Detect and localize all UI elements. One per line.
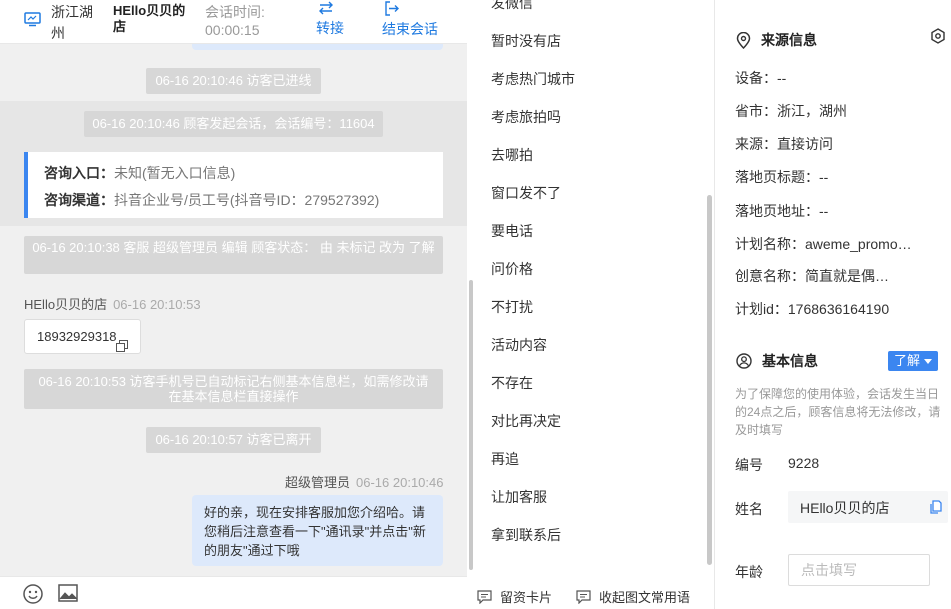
customer-id-label: 编号 bbox=[735, 457, 763, 473]
edit-deadline-notice: 为了保障您的使用体验，会话发生当日的24点之后，顾客信息将无法修改，请及时填写 bbox=[735, 387, 941, 437]
system-message: 06-16 20:10:38 客服 超级管理员 编辑 顾客状态： 由 未标记 改… bbox=[24, 236, 443, 274]
consult-entry-row: 咨询入口：未知(暂无入口信息) bbox=[44, 160, 443, 187]
customer-sender-name: HEllo贝贝的店 bbox=[24, 297, 108, 312]
transfer-icon bbox=[319, 1, 333, 15]
phrase-item[interactable]: 暂时没有店 bbox=[491, 31, 561, 51]
phrase-item[interactable]: 拿到联系后 bbox=[491, 525, 561, 545]
chat-header: 浙江湖州 HEllo贝贝的店 会话时间: 00:00:15 转接 结束会话 bbox=[0, 0, 467, 44]
message-icon bbox=[576, 589, 591, 604]
emoji-icon[interactable] bbox=[23, 584, 43, 607]
transfer-label: 转接 bbox=[316, 20, 344, 36]
app-root: 浙江湖州 HEllo贝贝的店 会话时间: 00:00:15 转接 结束会话 06… bbox=[0, 0, 951, 609]
copy-icon[interactable] bbox=[116, 331, 128, 364]
session-time-value: 00:00:15 bbox=[205, 22, 260, 38]
customer-region: 浙江湖州 bbox=[51, 4, 93, 41]
phrase-item[interactable]: 要电话 bbox=[491, 221, 533, 241]
phrase-item[interactable]: 不存在 bbox=[491, 373, 533, 393]
end-session-button[interactable]: 结束会话 bbox=[382, 0, 438, 39]
phrase-item[interactable]: 对比再决定 bbox=[491, 411, 561, 431]
customer-store-name: HEllo贝贝的店 bbox=[113, 3, 186, 34]
lead-card-label: 留资卡片 bbox=[500, 590, 553, 605]
landing-page-url: 落地页地址：-- bbox=[735, 203, 829, 219]
customer-name-value: HEllo贝贝的店 bbox=[800, 500, 890, 516]
source-channel: 来源：直接访问 bbox=[735, 136, 833, 152]
customer-name-field[interactable]: HEllo贝贝的店 bbox=[788, 491, 948, 523]
customer-age-input[interactable] bbox=[788, 554, 930, 586]
chat-toolbar bbox=[0, 576, 467, 609]
source-region: 省市：浙江，湖州 bbox=[735, 103, 847, 119]
phrase-item[interactable]: 去哪拍 bbox=[491, 145, 533, 165]
phrase-item[interactable]: 让加客服 bbox=[491, 487, 547, 507]
basic-info-title: 基本信息 bbox=[762, 353, 818, 369]
consult-channel-value: 抖音企业号/员工号(抖音号ID：279527392) bbox=[114, 192, 380, 208]
customer-message-time: 06-16 20:10:53 bbox=[113, 297, 201, 312]
source-info-header: 来源信息 bbox=[736, 30, 817, 50]
monitor-icon bbox=[24, 12, 41, 27]
session-time-label: 会话时间: bbox=[205, 4, 265, 20]
customer-sender-line: HEllo贝贝的店 06-16 20:10:53 bbox=[24, 294, 201, 313]
campaign-name: 计划名称：aweme_promotion bbox=[735, 236, 912, 252]
customer-name-label: 姓名 bbox=[735, 501, 763, 517]
card-icon bbox=[477, 589, 492, 604]
phrase-item[interactable]: 考虑热门城市 bbox=[491, 69, 575, 89]
system-message: 06-16 20:10:57 访客已离开 bbox=[146, 427, 321, 453]
consult-info-card: 咨询入口：未知(暂无入口信息) 咨询渠道：抖音企业号/员工号(抖音号ID：279… bbox=[24, 152, 443, 218]
phrase-item[interactable]: 再追 bbox=[491, 449, 519, 469]
quick-phrases-panel: 发微信 暂时没有店 考虑热门城市 考虑旅拍吗 去哪拍 窗口发不了 要电话 问价格… bbox=[475, 0, 715, 609]
agent-message-time: 06-16 20:10:46 bbox=[356, 475, 444, 490]
location-pin-icon bbox=[736, 31, 751, 49]
system-message: 06-16 20:10:46 访客已进线 bbox=[146, 68, 321, 94]
phrases-footer: 留资卡片 收起图文常用语 bbox=[475, 583, 715, 609]
phrase-item[interactable]: 活动内容 bbox=[491, 335, 547, 355]
customer-phone: 18932929318 bbox=[37, 329, 117, 344]
landing-page-title: 落地页标题：-- bbox=[735, 169, 829, 185]
customer-status-dropdown[interactable]: 了解 bbox=[888, 351, 938, 371]
chat-panel: 浙江湖州 HEllo贝贝的店 会话时间: 00:00:15 转接 结束会话 06… bbox=[0, 0, 467, 609]
phrase-item[interactable]: 发微信 bbox=[491, 0, 533, 13]
phrase-item[interactable]: 考虑旅拍吗 bbox=[491, 107, 561, 127]
consult-channel-label: 咨询渠道： bbox=[44, 192, 114, 208]
agent-sender-line: 超级管理员 06-16 20:10:46 bbox=[285, 472, 443, 491]
copy-icon[interactable] bbox=[929, 500, 942, 517]
customer-status-label: 了解 bbox=[894, 353, 921, 368]
caret-down-icon bbox=[924, 359, 932, 364]
customer-id-value: 9228 bbox=[788, 455, 820, 471]
phrase-item[interactable]: 问价格 bbox=[491, 259, 533, 279]
consult-entry-label: 咨询入口： bbox=[44, 165, 114, 181]
end-session-label: 结束会话 bbox=[382, 21, 438, 37]
phrases-scrollbar[interactable] bbox=[707, 195, 712, 565]
source-info-title: 来源信息 bbox=[761, 32, 817, 48]
lead-card-button[interactable]: 留资卡片 bbox=[477, 587, 552, 606]
creative-name: 创意名称：简直就是偶像剧 bbox=[735, 268, 901, 284]
basic-info-header: 基本信息 bbox=[736, 351, 818, 371]
source-device: 设备：-- bbox=[735, 70, 787, 86]
customer-info-panel: 来源信息 设备：-- 省市：浙江，湖州 来源：直接访问 落地页标题：-- 落地页… bbox=[716, 0, 951, 609]
phrase-item[interactable]: 窗口发不了 bbox=[491, 183, 561, 203]
user-circle-icon bbox=[736, 353, 752, 369]
settings-icon[interactable] bbox=[930, 28, 946, 47]
transfer-button[interactable]: 转接 bbox=[316, 0, 344, 38]
consult-channel-row: 咨询渠道：抖音企业号/员工号(抖音号ID：279527392) bbox=[44, 187, 443, 214]
agent-sender-name: 超级管理员 bbox=[285, 475, 351, 490]
image-icon[interactable] bbox=[58, 584, 78, 605]
phrase-item[interactable]: 不打扰 bbox=[491, 297, 533, 317]
system-message: 06-16 20:10:46 顾客发起会话，会话编号：11604 bbox=[84, 111, 383, 137]
system-message: 06-16 20:10:53 访客手机号已自动标记右侧基本信息栏，如需修改请在基… bbox=[24, 369, 443, 409]
chat-scrollbar[interactable] bbox=[469, 280, 473, 570]
collapse-phrases-label: 收起图文常用语 bbox=[599, 590, 691, 605]
customer-age-label: 年龄 bbox=[735, 564, 763, 580]
consult-entry-value: 未知(暂无入口信息) bbox=[114, 165, 236, 181]
exit-icon bbox=[385, 1, 399, 16]
agent-message-bubble: 好的亲，现在安排客服加您介绍哈。请您稍后注意查看一下"通讯录"并点击"新的朋友"… bbox=[192, 495, 443, 566]
campaign-id: 计划id：1768636164190 bbox=[735, 301, 890, 317]
customer-phone-message[interactable]: 18932929318 bbox=[24, 319, 141, 354]
collapse-phrases-button[interactable]: 收起图文常用语 bbox=[576, 587, 690, 606]
